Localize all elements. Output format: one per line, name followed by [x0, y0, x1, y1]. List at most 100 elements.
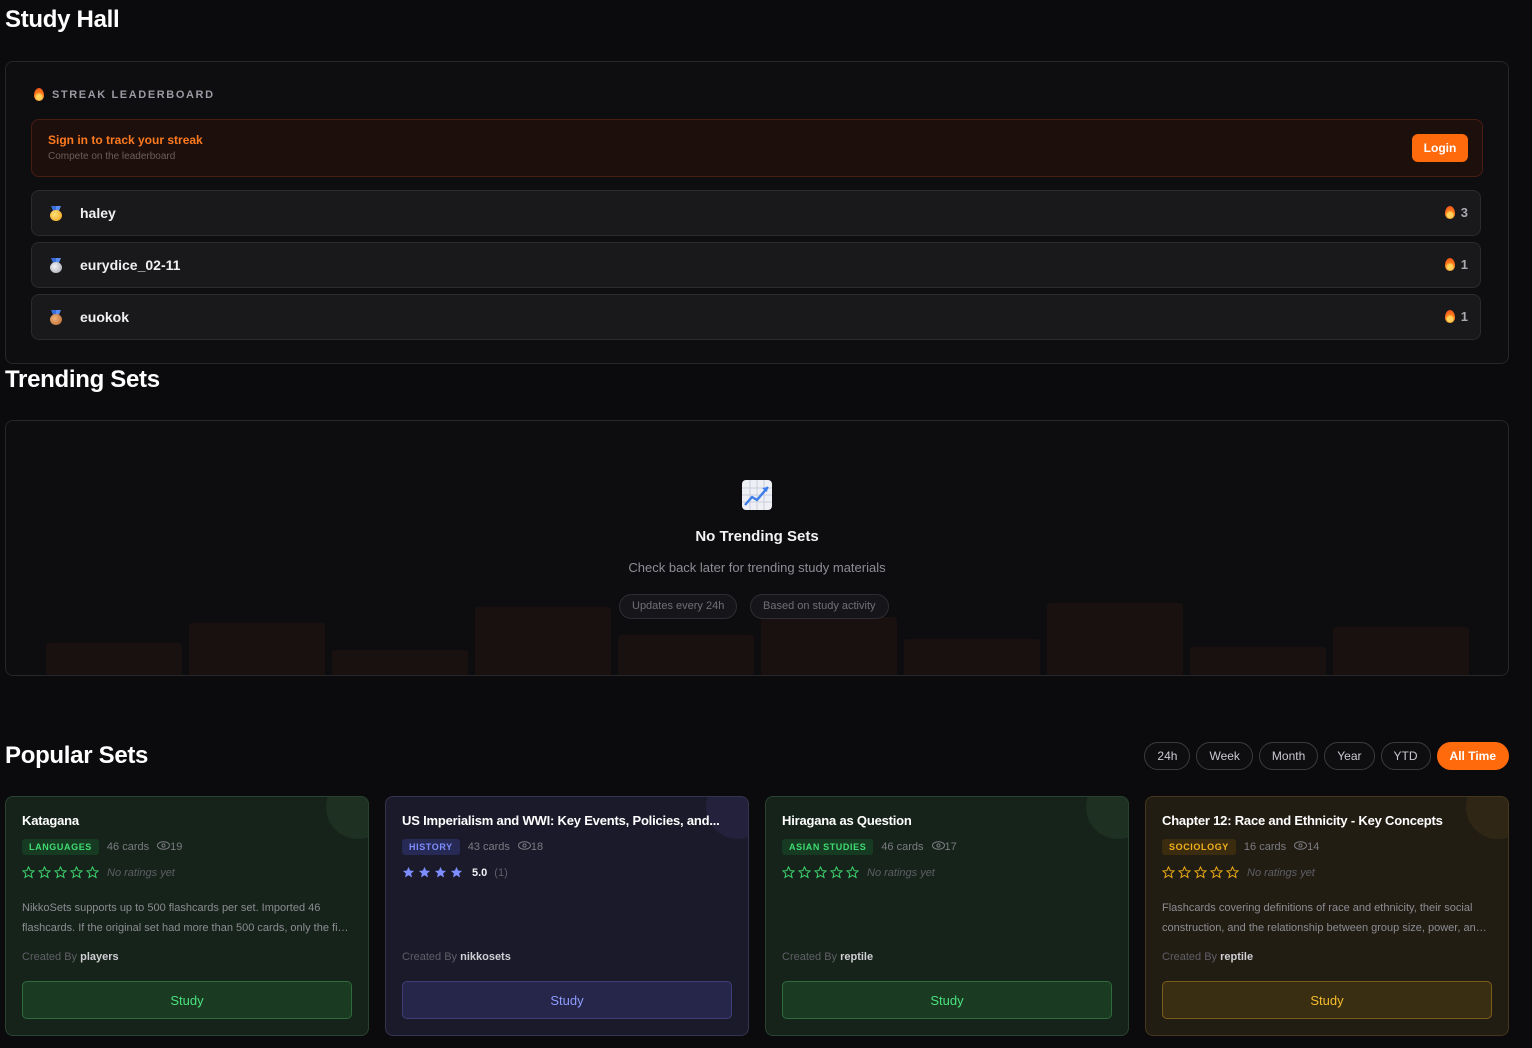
set-meta: HISTORY 43 cards 18 — [402, 839, 543, 855]
flame-icon — [1444, 206, 1455, 219]
set-card[interactable]: Hiragana as Question ASIAN STUDIES 46 ca… — [765, 796, 1129, 1036]
card-count: 46 cards — [881, 841, 924, 853]
star-outline-icon — [1162, 866, 1175, 879]
signin-title: Sign in to track your streak — [48, 133, 203, 147]
view-count: 17 — [931, 841, 957, 853]
streak-count: 1 — [1444, 309, 1468, 324]
leaderboard-row[interactable]: eurydice_02-11 1 — [31, 242, 1481, 288]
star-rating: No ratings yet — [22, 866, 175, 879]
empty-state-title: No Trending Sets — [695, 528, 819, 545]
leaderboard-header: STREAK LEADERBOARD — [34, 88, 215, 101]
trending-heading: Trending Sets — [5, 366, 160, 393]
flame-icon — [1444, 310, 1455, 323]
set-description: NikkoSets supports up to 500 flashcards … — [22, 902, 350, 934]
star-outline-icon — [846, 866, 859, 879]
star-rating: 5.0 (1) — [402, 866, 508, 879]
info-chip: Based on study activity — [750, 594, 889, 619]
set-meta: ASIAN STUDIES 46 cards 17 — [782, 839, 957, 855]
eye-icon — [157, 841, 171, 850]
creator-name[interactable]: nikkosets — [460, 951, 511, 963]
leaderboard-row[interactable]: euokok 1 — [31, 294, 1481, 340]
gold-medal-icon — [49, 206, 63, 221]
star-rating: No ratings yet — [1162, 866, 1315, 879]
star-outline-icon — [1226, 866, 1239, 879]
flame-icon — [34, 88, 44, 101]
star-filled-icon — [418, 866, 431, 878]
leaderboard-username: eurydice_02-11 — [80, 257, 181, 273]
subject-badge: HISTORY — [402, 839, 460, 855]
creator-name[interactable]: reptile — [1220, 951, 1253, 963]
page-title: Study Hall — [5, 6, 120, 33]
empty-state-subtitle: Check back later for trending study mate… — [628, 560, 886, 575]
created-by: Created By players — [22, 951, 119, 963]
subject-badge: LANGUAGES — [22, 839, 99, 855]
leaderboard-row[interactable]: haley 3 — [31, 190, 1481, 236]
star-outline-icon — [22, 866, 35, 879]
filter-year[interactable]: Year — [1324, 742, 1375, 770]
study-button[interactable]: Study — [402, 981, 732, 1019]
time-filter-group: 24h Week Month Year YTD All Time — [1144, 742, 1509, 770]
subject-badge: ASIAN STUDIES — [782, 839, 874, 855]
set-title: Chapter 12: Race and Ethnicity - Key Con… — [1162, 813, 1443, 828]
eye-icon — [517, 841, 531, 850]
filter-ytd[interactable]: YTD — [1380, 742, 1431, 770]
set-meta: LANGUAGES 46 cards 19 — [22, 839, 182, 855]
subject-badge: SOCIOLOGY — [1162, 839, 1236, 855]
study-button[interactable]: Study — [782, 981, 1112, 1019]
star-outline-icon — [830, 866, 843, 879]
streak-count: 1 — [1444, 257, 1468, 272]
star-outline-icon — [798, 866, 811, 879]
login-button[interactable]: Login — [1412, 134, 1468, 162]
star-filled-icon — [450, 866, 463, 878]
signin-banner: Sign in to track your streak Compete on … — [31, 119, 1483, 177]
set-description: Flashcards covering definitions of race … — [1162, 902, 1482, 934]
streak-count: 3 — [1444, 205, 1468, 220]
created-by: Created By reptile — [1162, 951, 1254, 963]
silver-medal-icon — [49, 258, 63, 273]
star-outline-icon — [38, 866, 51, 879]
flame-icon — [1444, 258, 1455, 271]
filter-24h[interactable]: 24h — [1144, 742, 1191, 770]
set-meta: SOCIOLOGY 16 cards 14 — [1162, 839, 1319, 855]
card-count: 16 cards — [1243, 841, 1287, 853]
star-rating: No ratings yet — [782, 866, 935, 879]
filter-month[interactable]: Month — [1258, 742, 1319, 770]
rating-text: No ratings yet — [1247, 866, 1315, 879]
set-title: Katagana — [22, 813, 79, 828]
filter-week[interactable]: Week — [1196, 742, 1253, 770]
study-button[interactable]: Study — [1162, 981, 1492, 1019]
rating-text: No ratings yet — [867, 866, 935, 879]
leaderboard-username: haley — [80, 205, 116, 221]
view-count: 14 — [1294, 841, 1319, 853]
star-outline-icon — [814, 866, 827, 879]
study-button[interactable]: Study — [22, 981, 352, 1019]
set-card[interactable]: Katagana LANGUAGES 46 cards 19 No rating… — [5, 796, 369, 1036]
set-card[interactable]: US Imperialism and WWI: Key Events, Poli… — [385, 796, 749, 1036]
view-count: 19 — [157, 841, 182, 853]
created-by: Created By nikkosets — [402, 951, 511, 963]
star-filled-icon — [434, 866, 447, 878]
info-chip: Updates every 24h — [619, 594, 738, 619]
view-count: 18 — [517, 841, 543, 853]
rating-count: (1) — [494, 866, 508, 879]
star-outline-icon — [54, 866, 67, 879]
set-title: Hiragana as Question — [782, 813, 912, 828]
star-outline-icon — [1178, 866, 1191, 879]
star-outline-icon — [1210, 866, 1223, 879]
signin-subtitle: Compete on the leaderboard — [48, 151, 176, 162]
star-outline-icon — [70, 866, 83, 879]
streak-leaderboard-panel: STREAK LEADERBOARD Sign in to track your… — [5, 61, 1509, 364]
star-outline-icon — [1194, 866, 1207, 879]
creator-name[interactable]: reptile — [840, 951, 873, 963]
card-count: 46 cards — [106, 841, 150, 853]
rating-value: 5.0 — [472, 866, 488, 879]
eye-icon — [1294, 841, 1308, 850]
star-outline-icon — [782, 866, 795, 879]
filter-all-time[interactable]: All Time — [1436, 742, 1509, 770]
set-card[interactable]: Chapter 12: Race and Ethnicity - Key Con… — [1145, 796, 1509, 1036]
creator-name[interactable]: players — [80, 951, 119, 963]
leaderboard-username: euokok — [80, 309, 130, 325]
popular-heading: Popular Sets — [5, 742, 149, 769]
star-filled-icon — [402, 866, 415, 878]
star-outline-icon — [86, 866, 99, 879]
